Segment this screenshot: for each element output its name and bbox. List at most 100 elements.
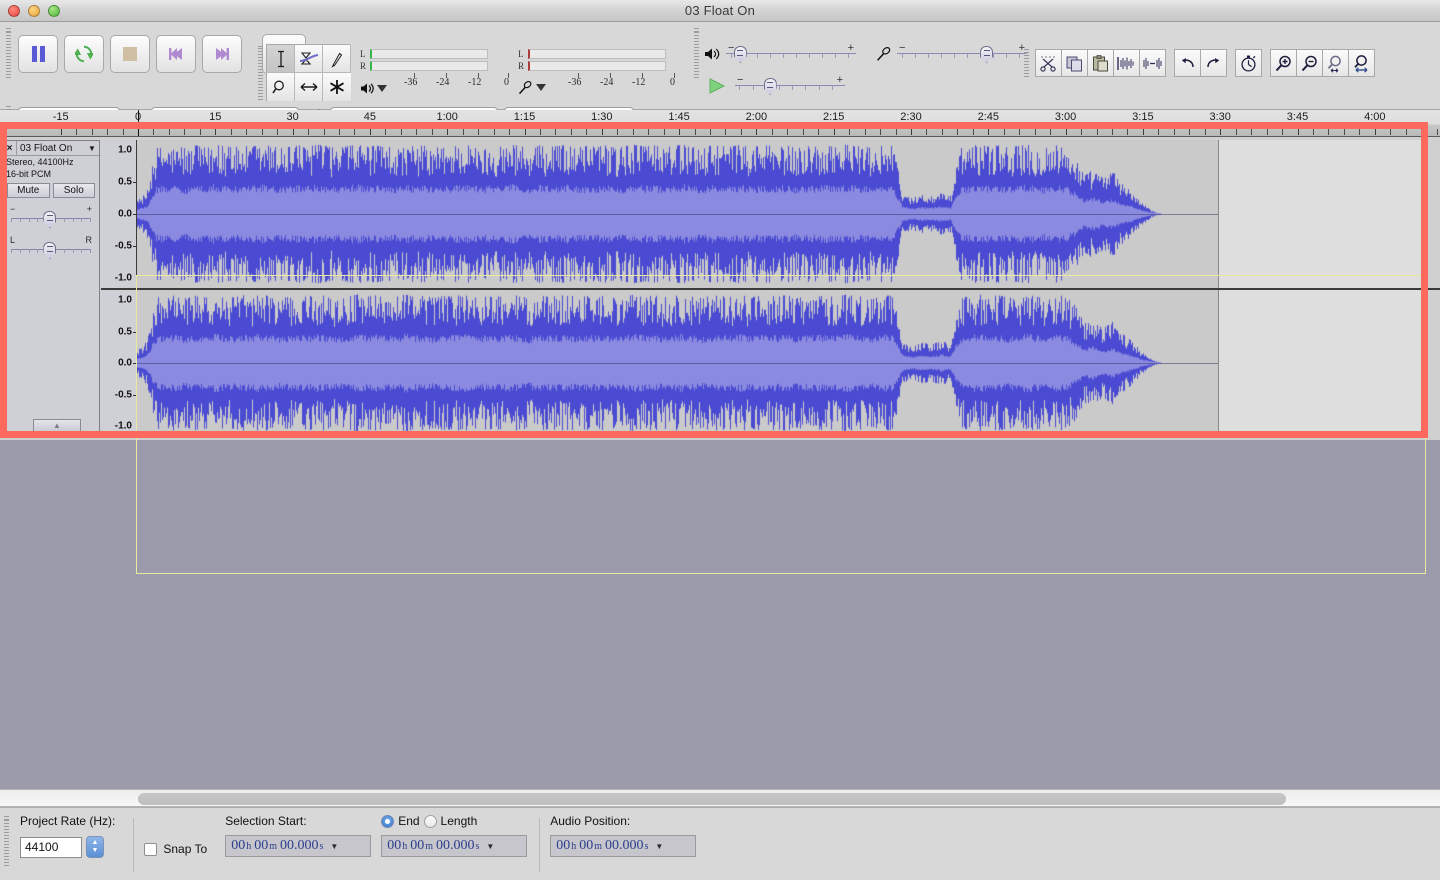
stop-button[interactable]: [110, 35, 150, 73]
chevron-down-icon[interactable]: ▼: [330, 842, 338, 851]
project-rate-label: Project Rate (Hz):: [20, 814, 116, 828]
ruler-label: 30: [286, 111, 299, 123]
project-rate-input[interactable]: 44100: [20, 836, 82, 858]
magnifier-icon: [272, 80, 284, 93]
track-title: 03 Float On: [20, 142, 73, 154]
close-track-button[interactable]: ×: [3, 141, 17, 155]
redo-button[interactable]: [1200, 49, 1227, 77]
ruler-major-tick: [988, 124, 990, 135]
length-radio[interactable]: [423, 814, 437, 828]
selection-toolbar-grip[interactable]: [2, 816, 10, 868]
track-format-line1: Stereo, 44100Hz: [6, 157, 74, 167]
mixer-toolbar-grip[interactable]: [692, 28, 700, 80]
fit-selection-button[interactable]: [1322, 49, 1349, 77]
ruler-label: 3:00: [1054, 111, 1077, 123]
ruler-minor-tick: [880, 129, 882, 135]
trim-button[interactable]: [1113, 49, 1140, 77]
waveform-left-channel[interactable]: [137, 140, 1426, 288]
ruler-minor-tick: [648, 129, 650, 135]
solo-button[interactable]: Solo: [52, 183, 95, 198]
empty-canvas-area[interactable]: [0, 440, 1440, 785]
ruler-minor-tick: [400, 129, 402, 135]
selection-start-field[interactable]: 00 h 00 m 00.000 s ▼: [225, 835, 372, 857]
ruler-major-tick: [447, 124, 449, 135]
playspeed-thumb[interactable]: [763, 78, 777, 95]
timeshift-tool-button[interactable]: [295, 73, 323, 101]
recording-meter-bars: L R: [518, 46, 678, 71]
ruler-minor-tick: [478, 129, 480, 135]
chevron-down-icon[interactable]: ▼: [655, 842, 663, 851]
track-pan-thumb[interactable]: [43, 242, 57, 259]
waveform-right-channel[interactable]: [137, 290, 1426, 436]
fit-project-button[interactable]: [1348, 49, 1375, 77]
ruler-minor-tick: [199, 129, 201, 135]
cut-button[interactable]: [1035, 49, 1062, 77]
ruler-minor-tick: [1127, 129, 1129, 135]
horizontal-scrollbar-thumb[interactable]: [138, 793, 1286, 805]
output-volume-slider[interactable]: − +: [726, 42, 856, 64]
ruler-major-tick: [833, 124, 835, 135]
zoom-out-button[interactable]: [1296, 49, 1323, 77]
zoom-in-button[interactable]: [1270, 49, 1297, 77]
track-pan-slider[interactable]: L R: [9, 235, 93, 262]
recording-meter-menu-icon[interactable]: [536, 84, 546, 91]
playback-meter-toolbar[interactable]: L R -36 -24 -12 0: [360, 46, 510, 98]
meter-tick-label: -36: [568, 77, 582, 88]
edit-toolbar-grip[interactable]: [1022, 48, 1030, 78]
chevron-down-icon: ▼: [91, 847, 99, 854]
end-radio[interactable]: [381, 814, 395, 828]
vertical-ruler-label: -1.0: [114, 420, 132, 432]
tools-toolbar-grip[interactable]: [256, 44, 264, 100]
speaker-icon: [705, 48, 720, 60]
vertical-ruler-tick: [133, 182, 136, 183]
audio-position-field[interactable]: 00 h 00 m 00.000 s ▼: [550, 835, 697, 857]
input-volume-thumb[interactable]: [980, 46, 994, 63]
selection-tool-button[interactable]: [267, 45, 295, 73]
ruler-minor-tick: [849, 129, 851, 135]
window-title: 03 Float On: [684, 3, 756, 18]
play-button[interactable]: [64, 35, 104, 73]
vertical-ruler-label: -1.0: [114, 272, 132, 284]
undo-button[interactable]: [1174, 49, 1201, 77]
sync-lock-button[interactable]: [1235, 49, 1262, 77]
ruler-label: 2:15: [822, 111, 845, 123]
multi-tool-button[interactable]: [323, 73, 351, 101]
track-gain-thumb[interactable]: [43, 211, 57, 228]
transport-toolbar-grip[interactable]: [4, 28, 12, 80]
mute-button[interactable]: Mute: [7, 183, 50, 198]
track-area: × 03 Float On ▼ Stereo, 44100Hz 16-bit P…: [0, 137, 1440, 574]
timeline-ruler[interactable]: -1501530451:001:151:301:452:002:152:302:…: [0, 110, 1440, 137]
skip-to-end-button[interactable]: [202, 35, 242, 73]
horizontal-scrollbar[interactable]: [0, 789, 1440, 807]
pause-button[interactable]: [18, 35, 58, 73]
ruler-minor-tick: [586, 129, 588, 135]
output-volume-thumb[interactable]: [733, 46, 747, 63]
track-menu-button[interactable]: ▼: [85, 141, 99, 156]
ruler-major-tick: [1297, 124, 1299, 135]
playhead-marker[interactable]: [138, 110, 139, 136]
recording-meter-toolbar[interactable]: L R -36 -24 -12 0: [518, 46, 678, 98]
paste-button[interactable]: [1087, 49, 1114, 77]
ruler-label: 1:00: [436, 111, 458, 123]
ruler-label: 1:30: [591, 111, 613, 123]
zoom-tool-button[interactable]: [267, 73, 295, 101]
envelope-tool-button[interactable]: [295, 45, 323, 73]
skip-to-start-button[interactable]: [156, 35, 196, 73]
input-volume-slider[interactable]: − +: [897, 42, 1027, 64]
project-rate-spinner[interactable]: ▲ ▼: [86, 836, 104, 858]
ruler-minor-tick: [277, 129, 279, 135]
selection-end-field[interactable]: 00 h 00 m 00.000 s ▼: [381, 835, 528, 857]
vertical-ruler-right: 1.0 0.5 0.0 -0.5 -1.0: [101, 290, 137, 436]
draw-tool-button[interactable]: [323, 45, 351, 73]
playback-meter-menu-icon[interactable]: [377, 85, 387, 92]
copy-button[interactable]: [1061, 49, 1088, 77]
collapse-track-button[interactable]: ▲: [33, 419, 81, 432]
silence-button[interactable]: [1139, 49, 1166, 77]
snap-to-checkbox[interactable]: [144, 842, 158, 856]
playspeed-slider[interactable]: − +: [735, 74, 845, 96]
asterisk-icon: [330, 80, 344, 94]
ruler-major-tick: [1220, 124, 1222, 135]
copy-icon: [1066, 56, 1082, 71]
chevron-down-icon[interactable]: ▼: [486, 842, 494, 851]
track-gain-slider[interactable]: − +: [9, 204, 93, 231]
